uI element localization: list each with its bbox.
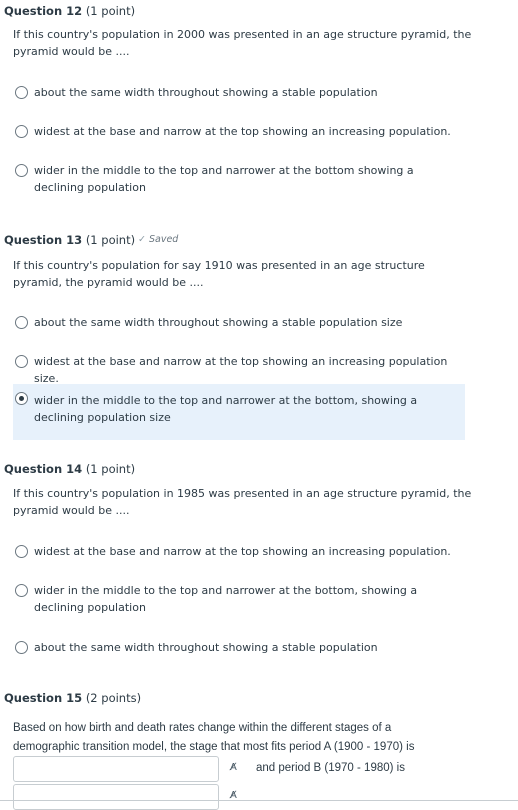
question-header: Question 15 (2 points)	[4, 691, 141, 705]
answer-option[interactable]: widest at the base and narrow at the top…	[13, 543, 465, 561]
answer-option[interactable]: wider in the middle to the top and narro…	[13, 162, 465, 198]
question-points: (1 point)	[85, 4, 136, 18]
answer-label[interactable]: about the same width throughout showing …	[34, 639, 462, 656]
answer-label[interactable]: about the same width throughout showing …	[34, 84, 462, 101]
question-points: (2 points)	[85, 691, 142, 705]
radio-button[interactable]	[15, 316, 28, 329]
question-header: Question 14 (1 point)	[4, 462, 135, 476]
answer-option[interactable]: about the same width throughout showing …	[13, 639, 465, 657]
answer-option[interactable]: about the same width throughout showing …	[13, 314, 465, 332]
question-text: Based on how birth and death rates chang…	[13, 722, 415, 753]
answer-label[interactable]: widest at the base and narrow at the top…	[34, 543, 462, 560]
answer-label[interactable]: wider in the middle to the top and narro…	[34, 392, 462, 426]
radio-button-selected[interactable]	[15, 392, 28, 405]
answer-option[interactable]: about the same width throughout showing …	[13, 84, 465, 102]
answer-label[interactable]: widest at the base and narrow at the top…	[34, 353, 462, 387]
answer-label[interactable]: widest at the base and narrow at the top…	[34, 123, 462, 140]
question-text: If this country's population in 2000 was…	[13, 28, 472, 58]
radio-button[interactable]	[15, 584, 28, 597]
spellcheck-icon[interactable]: A̸	[230, 762, 237, 773]
inline-text: and period B (1970 - 1980) is	[256, 762, 405, 774]
radio-button[interactable]	[15, 641, 28, 654]
radio-button[interactable]	[15, 545, 28, 558]
radio-button[interactable]	[15, 86, 28, 99]
question-number: Question 15	[4, 691, 83, 705]
question-number: Question 12	[4, 4, 83, 18]
radio-button[interactable]	[15, 355, 28, 368]
bottom-divider	[0, 800, 518, 801]
question-text: If this country's population for say 191…	[13, 259, 425, 289]
answer-option[interactable]: wider in the middle to the top and narro…	[13, 582, 465, 618]
question-points: (1 point)	[85, 233, 136, 247]
question-text: If this country's population in 1985 was…	[13, 487, 472, 517]
radio-button[interactable]	[15, 164, 28, 177]
answer-label[interactable]: wider in the middle to the top and narro…	[34, 162, 462, 196]
saved-label: Saved	[148, 234, 179, 245]
question-header: Question 13 (1 point)	[4, 233, 135, 247]
question-points: (1 point)	[85, 462, 136, 476]
answer-label[interactable]: wider in the middle to the top and narro…	[34, 582, 462, 616]
answer-option-selected[interactable]: wider in the middle to the top and narro…	[13, 384, 465, 440]
fill-in-blank-2[interactable]	[13, 784, 219, 810]
radio-button[interactable]	[15, 125, 28, 138]
answer-option[interactable]: widest at the base and narrow at the top…	[13, 353, 465, 385]
fill-in-blank-1[interactable]	[13, 756, 219, 782]
question-number: Question 14	[4, 462, 83, 476]
check-icon: ✓	[138, 234, 146, 245]
question-header: Question 12 (1 point)	[4, 4, 135, 18]
saved-indicator: ✓ Saved	[138, 234, 178, 245]
question-number: Question 13	[4, 233, 83, 247]
answer-option[interactable]: widest at the base and narrow at the top…	[13, 123, 465, 141]
answer-label[interactable]: about the same width throughout showing …	[34, 314, 462, 331]
